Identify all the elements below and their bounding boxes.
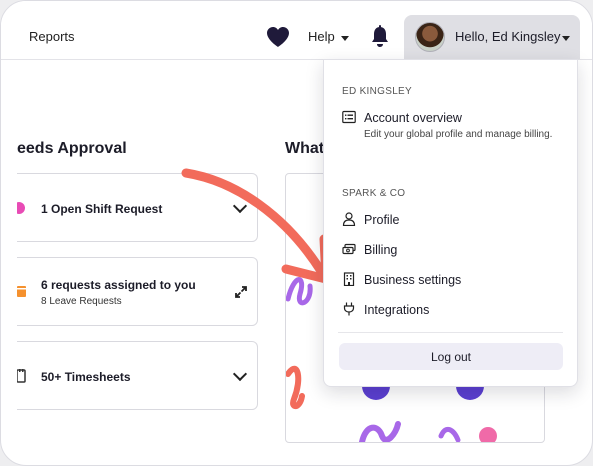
person-icon	[342, 212, 356, 226]
menu-item-profile[interactable]: Profile	[338, 208, 564, 232]
card-title: 50+ Timesheets	[41, 370, 131, 384]
bell-icon[interactable]	[370, 25, 390, 49]
chevron-down-icon[interactable]	[232, 366, 248, 382]
card-subtitle: 8 Leave Requests	[41, 296, 122, 307]
menu-item-label: Profile	[364, 213, 400, 227]
menu-item-billing[interactable]: Billing	[338, 238, 564, 262]
timesheets-card[interactable]: 50+ Timesheets	[17, 341, 258, 410]
user-menu-button[interactable]: Hello, Ed Kingsley	[404, 15, 580, 59]
top-navigation-bar: Reports Help Hello, Ed Kingsley	[1, 1, 592, 60]
menu-divider	[338, 332, 563, 333]
menu-item-label: Account overview	[364, 111, 462, 125]
needs-approval-heading: eeds Approval	[17, 140, 127, 157]
caret-down-icon	[341, 36, 349, 41]
money-icon	[342, 243, 356, 255]
menu-item-integrations[interactable]: Integrations	[338, 298, 564, 322]
logout-button[interactable]: Log out	[339, 343, 563, 370]
list-icon	[342, 110, 356, 124]
calendar-icon	[17, 286, 26, 297]
leave-requests-card[interactable]: 6 requests assigned to you 8 Leave Reque…	[17, 257, 258, 326]
card-title: 6 requests assigned to you	[41, 278, 196, 292]
caret-down-icon	[562, 36, 570, 41]
timesheet-icon	[17, 369, 26, 383]
plug-icon	[343, 302, 355, 316]
menu-item-label: Business settings	[364, 273, 462, 287]
avatar	[415, 22, 445, 52]
whats-new-heading: What	[285, 140, 325, 157]
card-title: 1 Open Shift Request	[41, 202, 163, 216]
building-icon	[343, 272, 355, 286]
shift-icon	[17, 202, 25, 214]
expand-icon[interactable]	[234, 285, 248, 299]
help-menu-button[interactable]: Help	[308, 29, 335, 44]
menu-item-label: Integrations	[364, 303, 430, 317]
open-shift-card[interactable]: 1 Open Shift Request	[17, 173, 258, 242]
account-overview-description: Edit your global profile and manage bill…	[364, 129, 553, 140]
menu-item-business-settings[interactable]: Business settings	[338, 268, 564, 292]
chevron-down-icon[interactable]	[232, 198, 248, 214]
menu-item-label: Billing	[364, 243, 398, 257]
app-window: Reports Help Hello, Ed Kingsley eeds App…	[0, 0, 593, 466]
heart-icon[interactable]	[266, 26, 290, 48]
user-section-label: ED KINGSLEY	[342, 86, 412, 97]
user-dropdown-menu: ED KINGSLEY Account overview Edit your g…	[323, 59, 578, 387]
org-section-label: SPARK & CO	[342, 188, 406, 199]
user-greeting: Hello, Ed Kingsley	[455, 29, 561, 44]
nav-reports-link[interactable]: Reports	[29, 29, 75, 44]
